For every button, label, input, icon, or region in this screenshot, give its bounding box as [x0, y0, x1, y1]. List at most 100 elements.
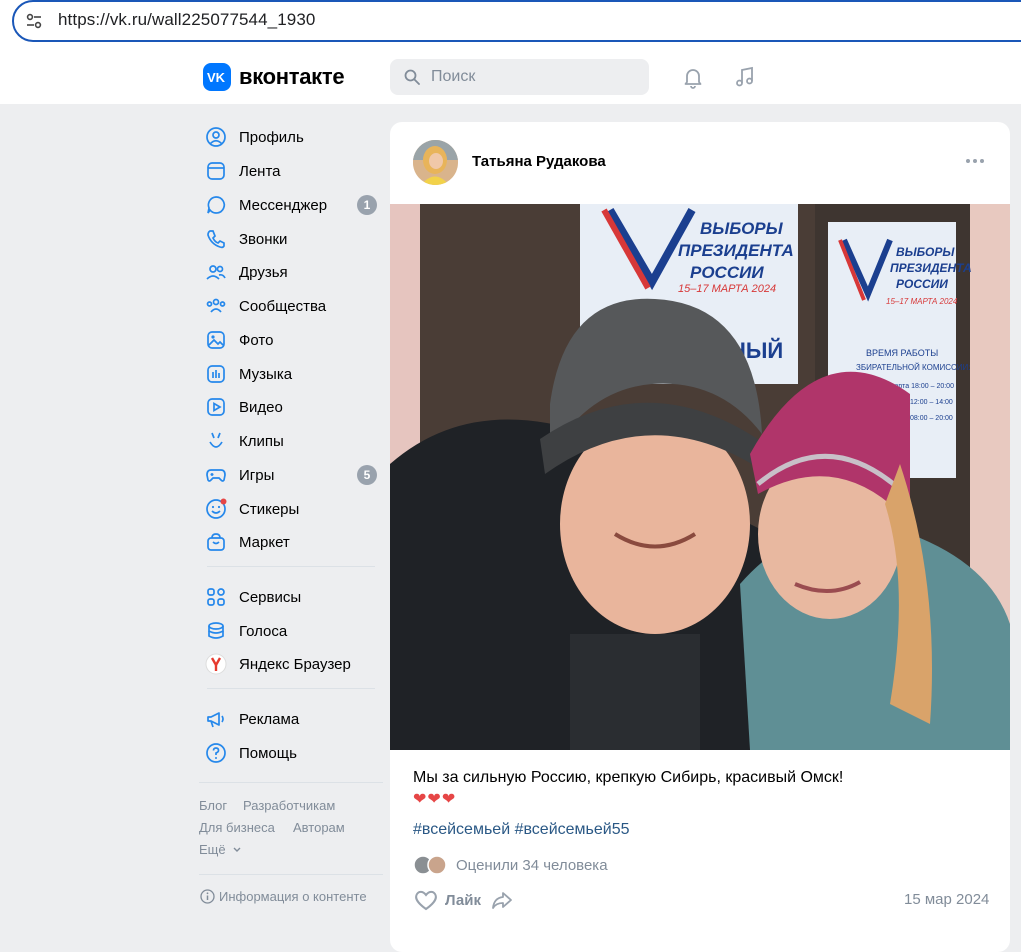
likers-avatars	[413, 855, 447, 875]
sidebar-item[interactable]: Друзья	[205, 257, 385, 287]
search-placeholder: Поиск	[431, 68, 476, 85]
yandex-icon	[205, 653, 227, 675]
sidebar-item-label: Клипы	[239, 432, 284, 450]
counter-badge: 1	[357, 195, 377, 215]
more-label: Ещё	[199, 842, 226, 857]
profile-icon	[205, 126, 227, 148]
footer-link-content-info[interactable]: Информация о контенте	[200, 889, 367, 904]
poster-text: РОССИИ	[690, 263, 764, 282]
post-author[interactable]: Татьяна Рудакова	[472, 153, 606, 170]
friends-icon	[205, 261, 227, 283]
sidebar-item[interactable]: Маркет	[205, 527, 385, 557]
footer-link-more[interactable]: Ещё	[199, 842, 242, 857]
more-options-icon[interactable]	[964, 154, 986, 168]
music-icon	[205, 363, 227, 385]
poster-text: 12:00 – 14:00	[910, 399, 953, 406]
poster-text: ЗБИРАТЕЛЬНОЙ КОМИССИИ:	[856, 363, 971, 372]
sidebar-item[interactable]: Видео	[205, 392, 385, 422]
post-photo[interactable]: ВЫБОРЫ ПРЕЗИДЕНТА РОССИИ 15–17 МАРТА 202…	[390, 204, 1010, 750]
search-icon	[404, 69, 420, 85]
phone-icon	[205, 228, 227, 250]
sidebar-item-label: Друзья	[239, 263, 288, 281]
music-icon[interactable]	[733, 65, 757, 89]
sidebar-item[interactable]: Звонки	[205, 224, 385, 254]
sidebar-item[interactable]: Сообщества	[205, 291, 385, 321]
like-label: Лайк	[445, 891, 481, 909]
poster-text: ВЫБОРЫ	[896, 245, 955, 259]
post-hashtags[interactable]: #всейсемьей #всейсемьей55	[413, 821, 630, 839]
sidebar-item[interactable]: Мессенджер 1	[205, 190, 385, 220]
vk-logo[interactable]: VK вконтакте	[203, 63, 345, 91]
market-icon	[205, 531, 227, 553]
share-icon[interactable]	[490, 888, 514, 912]
sidebar-item-label: Видео	[239, 398, 283, 416]
site-settings-icon[interactable]	[25, 12, 43, 30]
sidebar-divider	[199, 782, 383, 783]
like-button[interactable]: Лайк	[413, 887, 481, 913]
sidebar-item-label: Стикеры	[239, 500, 300, 518]
sidebar-item-label: Игры	[239, 466, 275, 484]
info-icon	[200, 889, 215, 904]
sidebar-item[interactable]: Реклама	[205, 704, 385, 734]
sidebar-item-label: Маркет	[239, 533, 290, 551]
poster-text: ПРЕЗИДЕНТА	[678, 241, 794, 260]
sidebar-item-label: Сервисы	[239, 588, 302, 606]
content-info-label: Информация о контенте	[219, 889, 367, 904]
footer-link-authors[interactable]: Авторам	[293, 820, 345, 835]
sidebar-divider	[199, 874, 383, 875]
chevron-down-icon	[233, 847, 241, 852]
sidebar-item[interactable]: Профиль	[205, 122, 385, 152]
sidebar-item[interactable]: Помощь	[205, 738, 385, 768]
sidebar-item[interactable]: Клипы	[205, 426, 385, 456]
footer-link-blog[interactable]: Блог	[199, 798, 227, 813]
sidebar-item-label: Реклама	[239, 710, 300, 728]
sidebar-item[interactable]: Музыка	[205, 359, 385, 389]
sidebar-item-label: Яндекс Браузер	[239, 655, 351, 673]
sidebar-item[interactable]: Сервисы	[205, 582, 385, 612]
poster-text: ВЫБОРЫ	[700, 219, 784, 238]
sidebar-item-label: Музыка	[239, 365, 293, 383]
post-text: Мы за сильную Россию, крепкую Сибирь, кр…	[413, 769, 844, 786]
browser-address-bar: https://vk.ru/wall225077544_1930	[0, 0, 1021, 50]
communities-icon	[205, 295, 227, 317]
post-emojis: ❤❤❤	[413, 791, 457, 808]
footer-link-developers[interactable]: Разработчикам	[243, 798, 335, 813]
heart-icon	[415, 890, 437, 911]
poster-text: ВРЕМЯ РАБОТЫ	[866, 348, 938, 358]
help-icon	[205, 742, 227, 764]
sidebar-item-label: Сообщества	[239, 297, 327, 315]
url-text[interactable]: https://vk.ru/wall225077544_1930	[58, 10, 315, 30]
sidebar-item-label: Голоса	[239, 622, 288, 640]
likes-count-label: Оценили 34 человека	[456, 856, 608, 874]
poster-text: РОССИИ	[896, 277, 948, 291]
games-icon	[205, 464, 227, 486]
stickers-icon	[205, 498, 227, 520]
poster-text: ПРЕЗИДЕНТА	[890, 261, 972, 275]
services-icon	[205, 586, 227, 608]
likes-summary[interactable]: Оценили 34 человека	[413, 855, 608, 875]
sidebar-item[interactable]: Стикеры	[205, 494, 385, 524]
photo-icon	[205, 329, 227, 351]
sidebar-item[interactable]: Лента	[205, 156, 385, 186]
author-avatar[interactable]	[413, 140, 458, 185]
poster-text: 15–17 МАРТА 2024	[678, 283, 776, 295]
video-icon	[205, 396, 227, 418]
sidebar-item-label: Профиль	[239, 128, 304, 146]
sidebar-item[interactable]: Игры 5	[205, 460, 385, 490]
votes-icon	[205, 620, 227, 642]
sidebar-item[interactable]: Фото	[205, 325, 385, 355]
post-date[interactable]: 15 мар 2024	[904, 891, 989, 908]
poster-text: 08:00 – 20:00	[910, 415, 953, 422]
bell-icon[interactable]	[681, 65, 705, 89]
sidebar-item-label: Помощь	[239, 744, 297, 762]
search-input[interactable]: Поиск	[390, 59, 649, 95]
sidebar-divider	[207, 566, 375, 567]
footer-link-business[interactable]: Для бизнеса	[199, 820, 275, 835]
sidebar-divider	[207, 688, 375, 689]
counter-badge: 5	[357, 465, 377, 485]
sidebar-item[interactable]: Яндекс Браузер	[205, 649, 385, 679]
logo-text: вконтакте	[239, 64, 345, 89]
sidebar-item-label: Звонки	[239, 230, 288, 248]
sidebar-item[interactable]: Голоса	[205, 616, 385, 646]
poster-text: 15–17 МАРТА 2024	[886, 297, 958, 306]
